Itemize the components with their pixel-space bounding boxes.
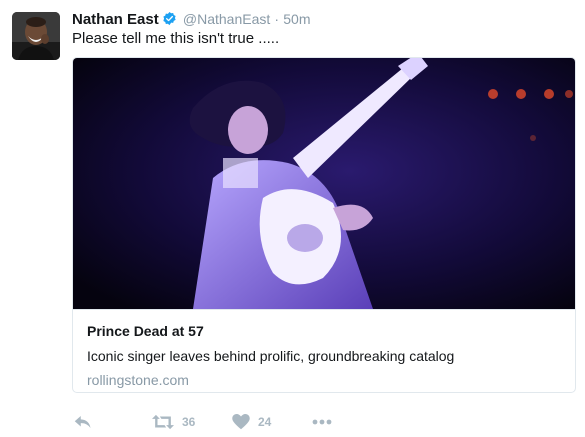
tweet-header: Nathan East @NathanEast · 50m [72,9,311,30]
card-domain[interactable]: rollingstone.com [87,372,189,388]
retweet-count: 36 [182,415,196,429]
retweet-button[interactable]: 36 [152,410,195,434]
heart-icon [232,414,250,430]
reply-icon [74,414,92,430]
link-card[interactable]: Prince Dead at 57 Iconic singer leaves b… [72,57,576,393]
avatar-image [12,12,60,60]
more-button[interactable] [312,410,332,434]
card-title[interactable]: Prince Dead at 57 [87,323,204,339]
more-dots-icon [312,419,332,425]
author-handle[interactable]: @NathanEast [183,11,270,27]
card-description: Iconic singer leaves behind prolific, gr… [87,348,455,364]
author-name[interactable]: Nathan East [72,11,159,28]
card-image[interactable] [73,58,575,309]
tweet-text: Please tell me this isn't true ..... [72,30,280,47]
retweet-icon [152,414,174,430]
tweet: Nathan East @NathanEast · 50m Please tel… [0,0,585,437]
separator-dot: · [274,11,280,27]
card-body: Prince Dead at 57 Iconic singer leaves b… [73,309,575,388]
avatar[interactable] [12,12,60,60]
verified-badge-icon [162,11,177,26]
like-button[interactable]: 24 [232,410,271,434]
like-count: 24 [258,415,272,429]
tweet-timestamp[interactable]: 50m [283,11,310,27]
reply-button[interactable] [74,410,92,434]
tweet-actions: 36 24 [72,410,552,434]
